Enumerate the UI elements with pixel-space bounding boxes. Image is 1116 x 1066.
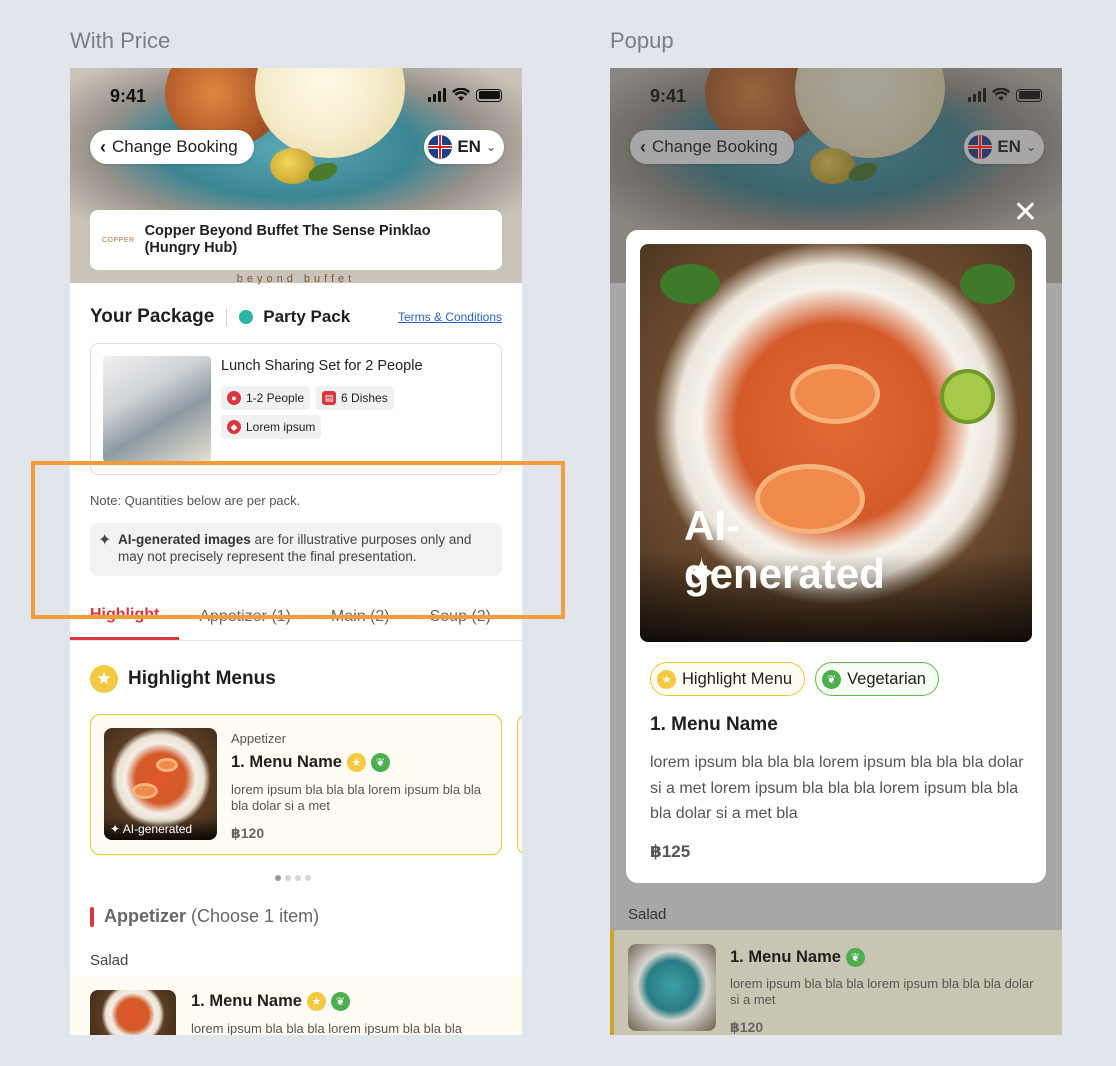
annotation-highlight-box bbox=[31, 461, 565, 619]
menu-name: 1. Menu Name ★ ❦ bbox=[231, 753, 390, 772]
vegetarian-leaf-icon: ❦ bbox=[330, 992, 350, 1011]
venue-card: COPPER Copper Beyond Buffet The Sense Pi… bbox=[90, 210, 502, 270]
person-icon: ● bbox=[227, 391, 241, 405]
ai-generated-overlay: ✦ AI-generated bbox=[640, 502, 1032, 642]
menu-category: Appetizer bbox=[231, 731, 286, 746]
highlight-star-icon: ★ bbox=[306, 992, 326, 1011]
menu-description: lorem ipsum bla bla bla lorem ipsum bla … bbox=[730, 976, 1034, 1008]
tag-chip: ◆ Lorem ipsum bbox=[221, 415, 322, 439]
status-icons bbox=[428, 88, 502, 102]
signal-icon bbox=[428, 88, 446, 102]
back-label: Change Booking bbox=[112, 137, 238, 156]
chevron-down-icon: ⌄ bbox=[485, 140, 496, 154]
menu-detail-popup: ✦ AI-generated ★ Highlight Menu ❦ Vegeta… bbox=[626, 230, 1046, 883]
popup-description: lorem ipsum bla bla bla lorem ipsum bla … bbox=[650, 754, 1024, 823]
people-chip: ● 1-2 People bbox=[221, 386, 311, 410]
package-type: Party Pack bbox=[263, 307, 351, 326]
appetizer-menu-item[interactable]: 1. Menu Name ★ ❦ lorem ipsum bla bla bla… bbox=[70, 975, 522, 1035]
ai-generated-tag: ✦ AI-generated bbox=[104, 818, 217, 840]
group-label-salad: Salad bbox=[628, 906, 667, 923]
menu-price: ฿120 bbox=[730, 1019, 764, 1035]
venue-subtitle: beyond buffet bbox=[236, 273, 356, 285]
change-booking-button[interactable]: ‹ Change Booking bbox=[90, 130, 254, 164]
wifi-icon bbox=[452, 88, 470, 101]
vegetarian-leaf-icon: ❦ bbox=[845, 948, 865, 967]
terms-link[interactable]: Terms & Conditions bbox=[398, 310, 502, 324]
menu-image bbox=[90, 990, 176, 1035]
highlight-header: ★ Highlight Menus bbox=[90, 665, 276, 693]
uk-flag-icon bbox=[428, 135, 453, 159]
vegetarian-leaf-icon: ❦ bbox=[370, 753, 390, 772]
dishes-chip: ▤ 6 Dishes bbox=[316, 386, 394, 410]
frame-title-popup: Popup bbox=[610, 28, 674, 53]
popup-price: ฿125 bbox=[650, 842, 691, 861]
salad-menu-item[interactable]: 1. Menu Name ❦ lorem ipsum bla bla bla l… bbox=[610, 930, 1062, 1035]
set-title: Lunch Sharing Set for 2 People bbox=[221, 358, 423, 374]
popup-chips: ★ Highlight Menu ❦ Vegetarian bbox=[650, 662, 939, 696]
language-label: EN bbox=[457, 137, 481, 156]
appetizer-header: Appetizer (Choose 1 item) bbox=[90, 906, 319, 927]
vegetarian-leaf-icon: ❦ bbox=[822, 669, 842, 689]
popup-title: 1. Menu Name bbox=[650, 714, 778, 735]
package-heading: Your Package bbox=[90, 306, 215, 327]
status-time: 9:41 bbox=[110, 86, 147, 106]
package-type-dot bbox=[239, 310, 254, 324]
carousel-dots bbox=[275, 875, 311, 881]
star-icon: ★ bbox=[90, 665, 118, 693]
menu-price: ฿120 bbox=[231, 825, 265, 841]
venue-name: Copper Beyond Buffet The Sense Pinklao (… bbox=[144, 222, 431, 256]
menu-image bbox=[628, 944, 716, 1031]
frame-title-with-price: With Price bbox=[70, 28, 171, 53]
next-highlight-card[interactable] bbox=[517, 714, 522, 855]
menu-name: 1. Menu Name ★ ❦ bbox=[191, 992, 350, 1011]
package-header: Your Package Party Pack Terms & Conditio… bbox=[90, 306, 502, 328]
phone-popup: 9:41 ‹ Change Booking EN ⌄ ✕ ✦ AI-genera… bbox=[610, 68, 1062, 1035]
highlight-star-icon: ★ bbox=[657, 669, 676, 689]
highlight-heading: Highlight Menus bbox=[128, 668, 276, 689]
venue-logo: COPPER bbox=[102, 236, 135, 244]
set-image bbox=[103, 356, 211, 462]
tag-icon: ◆ bbox=[227, 420, 241, 434]
highlight-menu-card[interactable]: ✦ AI-generated Appetizer 1. Menu Name ★ … bbox=[90, 714, 502, 855]
group-label-salad: Salad bbox=[90, 952, 129, 969]
chevron-left-icon: ‹ bbox=[100, 136, 106, 157]
language-selector[interactable]: EN ⌄ bbox=[424, 130, 504, 164]
battery-icon bbox=[476, 88, 502, 102]
menu-image: ✦ AI-generated bbox=[104, 728, 217, 840]
dish-icon: ▤ bbox=[322, 391, 337, 405]
vegetarian-chip: ❦ Vegetarian bbox=[815, 662, 939, 696]
menu-description: lorem ipsum bla bla bla lorem ipsum bla … bbox=[191, 1021, 462, 1035]
close-icon[interactable]: ✕ bbox=[1013, 198, 1038, 228]
menu-description: lorem ipsum bla bla bla lorem ipsum bla … bbox=[231, 782, 482, 814]
menu-name: 1. Menu Name ❦ bbox=[730, 948, 865, 967]
highlight-menu-chip: ★ Highlight Menu bbox=[650, 662, 806, 696]
highlight-star-icon: ★ bbox=[346, 753, 366, 772]
package-set-card: Lunch Sharing Set for 2 People ● 1-2 Peop… bbox=[90, 343, 502, 475]
popup-menu-image: ✦ AI-generated bbox=[640, 244, 1032, 642]
